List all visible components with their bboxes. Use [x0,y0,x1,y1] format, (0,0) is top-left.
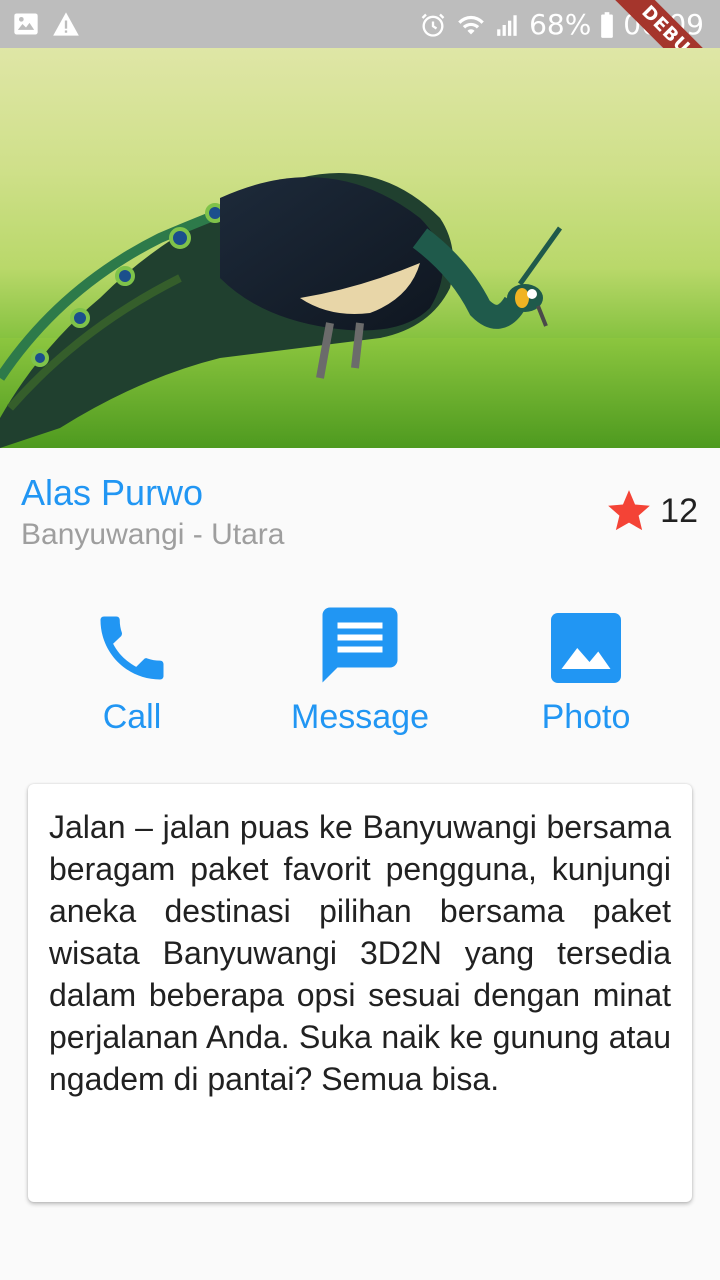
wifi-icon [458,15,484,34]
star-icon[interactable] [604,486,654,536]
photo-button[interactable]: Photo [476,600,696,737]
battery-icon [601,11,614,38]
call-label: Call [102,698,162,736]
hero-image [0,48,720,448]
call-button[interactable]: Call [22,600,242,737]
status-bar-left [12,10,80,38]
description-text: Jalan – jalan puas ke Banyuwangi bersama… [49,809,671,1097]
alarm-icon [421,13,445,37]
rating[interactable]: 12 [604,486,698,536]
message-button[interactable]: Message [250,600,470,737]
message-label: Message [291,698,429,736]
rating-count: 12 [660,491,698,530]
warning-notification-icon [53,12,79,36]
signal-icon [497,14,517,36]
phone-icon [100,616,164,680]
description-card: Jalan – jalan puas ke Banyuwangi bersama… [28,784,692,1202]
place-location: Banyuwangi - Utara [21,518,285,551]
photo-label: Photo [541,698,631,736]
status-bar: 68% 06:09 DEBUG [0,0,720,114]
action-buttons: Call Message Photo [0,600,720,750]
message-icon [322,607,398,683]
battery-percentage: 68% [529,8,592,41]
place-name: Alas Purwo [21,472,204,513]
image-notification-icon [14,13,38,35]
photo-icon [551,613,621,683]
peacock-illustration [0,173,720,448]
title-section: Alas Purwo Banyuwangi - Utara 12 [0,448,720,578]
